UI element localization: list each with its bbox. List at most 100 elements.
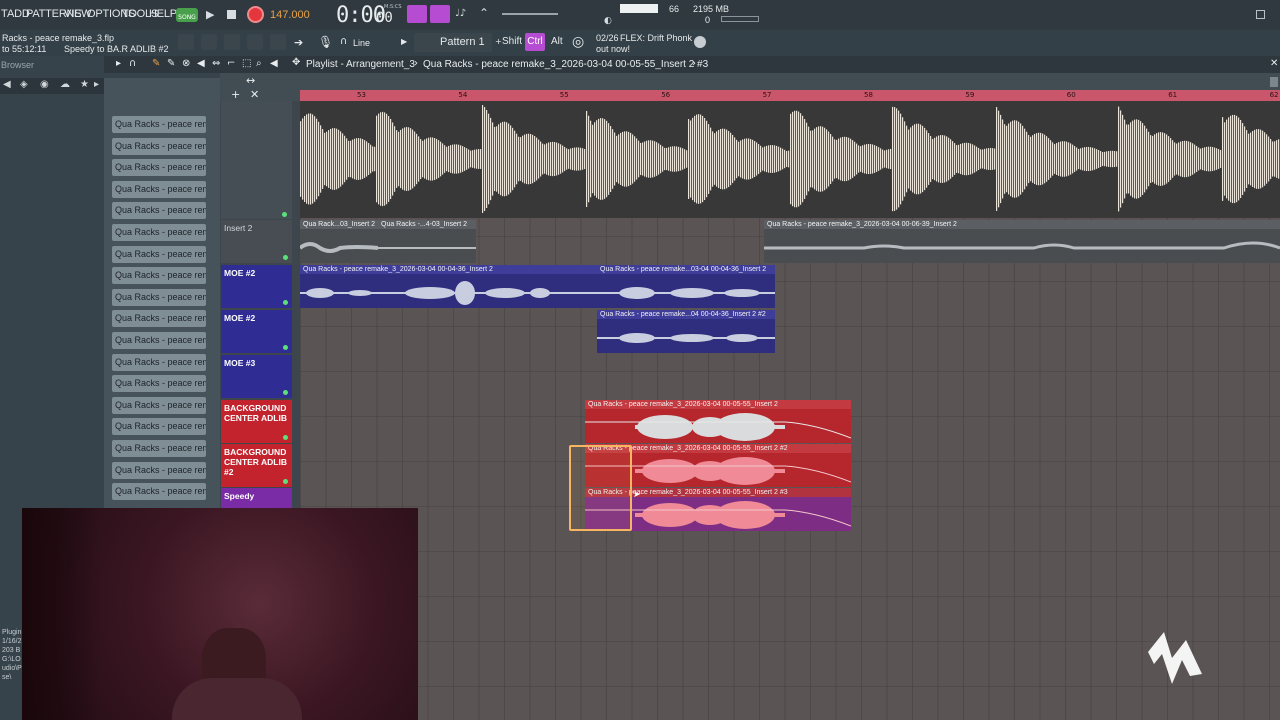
shift-key-indicator: Shift: [502, 36, 523, 47]
news-date: 02/26: [596, 33, 619, 43]
master-pitch-slider[interactable]: [502, 13, 558, 15]
close-icon[interactable]: ✕: [1270, 58, 1278, 69]
slip-tool-icon[interactable]: ⇔: [212, 58, 220, 69]
track-led[interactable]: [282, 212, 287, 217]
audio-clip-main[interactable]: [300, 101, 1280, 218]
channel-button[interactable]: Qua Racks - peace remak: [112, 137, 206, 155]
online-status-icon[interactable]: [694, 36, 706, 48]
playlist-icon[interactable]: [201, 34, 217, 50]
news-title[interactable]: FLEX: Drift Phonk: [620, 33, 692, 43]
cloud-icon[interactable]: ☁: [60, 79, 70, 90]
delete-tool-icon[interactable]: ⊗: [182, 58, 190, 69]
track-led[interactable]: [283, 435, 288, 440]
track-header[interactable]: MOE #2: [221, 310, 292, 353]
channel-button[interactable]: Qua Racks - peace remak: [112, 159, 206, 177]
channel-button[interactable]: Qua Racks - peace remak: [112, 224, 206, 241]
track-led[interactable]: [283, 255, 288, 260]
pattern-add-icon[interactable]: +: [495, 37, 502, 46]
horizontal-zoom-icon[interactable]: ↔: [246, 74, 255, 87]
channel-button[interactable]: Qua Racks - peace remak: [112, 288, 206, 306]
audio-clip[interactable]: Qua Racks - peace remake_3_2026-03-04 00…: [585, 400, 851, 443]
channel-button[interactable]: Qua Racks - peace remak: [112, 353, 206, 371]
track-header[interactable]: MOE #3: [221, 355, 292, 398]
track-header[interactable]: Insert 2: [221, 220, 292, 263]
stop-icon[interactable]: [227, 10, 236, 19]
track-header[interactable]: BACKGROUND CENTER ADLIB #2: [221, 444, 292, 487]
channel-button[interactable]: Qua Racks - peace remak: [112, 116, 206, 133]
news-icon[interactable]: ◎: [572, 34, 584, 50]
channel-button[interactable]: Qua Racks - peace remak: [112, 202, 206, 220]
clip-title: Qua Racks -...4-03_Insert 2: [378, 220, 476, 229]
channel-button[interactable]: Qua Racks - peace remak: [112, 310, 206, 328]
mixer-icon[interactable]: [270, 34, 286, 50]
remove-track-icon[interactable]: ✕: [250, 88, 259, 101]
track-header[interactable]: Speedy: [221, 488, 292, 508]
slice-tool-icon[interactable]: ⌐: [227, 58, 235, 69]
paint-tool-icon[interactable]: ✎: [167, 58, 175, 69]
arrow-right-icon[interactable]: ➔: [294, 36, 303, 49]
track-header[interactable]: MOE #2: [221, 265, 292, 308]
metronome-icon[interactable]: ♩♪: [455, 8, 466, 19]
pencil-tool-icon[interactable]: ✎: [152, 58, 160, 69]
channel-rack-icon[interactable]: [247, 34, 263, 50]
channel-button[interactable]: Qua Racks - peace remak: [112, 483, 206, 501]
channel-button[interactable]: Qua Racks - peace remak: [112, 418, 206, 436]
select-tool-icon[interactable]: ⬚: [242, 58, 251, 69]
options-icon[interactable]: ▸: [94, 79, 99, 90]
record-button[interactable]: [247, 6, 264, 23]
add-track-icon[interactable]: +: [231, 88, 240, 101]
mouse-cursor-icon: ➤: [633, 490, 641, 500]
play-icon[interactable]: ▶: [206, 8, 214, 21]
track-header-audio-preview[interactable]: [221, 101, 292, 219]
audio-clip[interactable]: Qua Racks - peace remake...04 00-04-36_I…: [597, 310, 775, 353]
breadcrumb-arrows-icon[interactable]: ✥: [292, 57, 300, 68]
magnet-snap-icon[interactable]: ∩: [129, 58, 136, 69]
pattern-prev-arrow-icon[interactable]: ▶: [401, 37, 407, 46]
track-led[interactable]: [283, 345, 288, 350]
channel-button[interactable]: Qua Racks - peace remak: [112, 440, 206, 457]
channel-button[interactable]: Qua Racks - peace remak: [112, 245, 206, 263]
playlist-menu-arrow-icon[interactable]: ▸: [116, 58, 121, 69]
playback-tool-icon[interactable]: ◀: [270, 58, 278, 69]
collapse-icon[interactable]: ◈: [20, 79, 28, 90]
microphone-icon[interactable]: 🎙: [318, 35, 333, 49]
tempo-display[interactable]: 147.000: [270, 9, 310, 21]
menu-help[interactable]: HELP: [149, 8, 177, 20]
mute-tool-icon[interactable]: ◀: [197, 58, 205, 69]
pattern-mode-button[interactable]: [407, 5, 427, 23]
clip-menu-arrow-icon[interactable]: ›: [692, 58, 696, 69]
track-led[interactable]: [283, 300, 288, 305]
audio-clip[interactable]: Qua Racks - peace remake...03-04 00-04-3…: [597, 265, 775, 308]
snap-mode-select[interactable]: Line: [353, 38, 395, 50]
star-icon[interactable]: ★: [80, 79, 89, 90]
magnet-icon[interactable]: ∩: [340, 36, 347, 47]
pattern-selector[interactable]: Pattern 1: [414, 33, 492, 52]
track-led[interactable]: [283, 390, 288, 395]
channel-button[interactable]: Qua Racks - peace remak: [112, 375, 206, 393]
timeline-ruler[interactable]: [300, 90, 1280, 101]
back-icon[interactable]: ◀: [3, 79, 11, 90]
piano-roll-icon[interactable]: [224, 34, 240, 50]
channel-button[interactable]: Qua Racks - peace remak: [112, 332, 206, 349]
step-edit-button[interactable]: [430, 5, 450, 23]
channel-button[interactable]: Qua Racks - peace remak: [112, 461, 206, 479]
maximize-icon[interactable]: [1256, 10, 1265, 19]
horizontal-scrollbar[interactable]: [1270, 77, 1278, 87]
song-mode-toggle[interactable]: SONG: [176, 8, 198, 22]
audio-clip[interactable]: Qua Rack...03_Insert 2: [300, 220, 378, 263]
track-led[interactable]: [283, 479, 288, 484]
channel-button[interactable]: Qua Racks - peace remak: [112, 180, 206, 198]
track-header[interactable]: BACKGROUND CENTER ADLIB: [221, 400, 292, 443]
wait-icon[interactable]: ⌃: [479, 6, 489, 20]
snap-icon[interactable]: [178, 34, 194, 50]
channel-button[interactable]: Qua Racks - peace remak: [112, 267, 206, 285]
track-name: Speedy: [224, 491, 255, 501]
audio-clip[interactable]: Qua Racks - peace remake_3_2026-03-04 00…: [764, 220, 1280, 263]
zoom-tool-icon[interactable]: ⌕: [256, 58, 262, 69]
ruler-bar-number: 54: [458, 91, 468, 99]
audio-clip[interactable]: Qua Racks -...4-03_Insert 2: [378, 220, 476, 263]
search-icon[interactable]: ◉: [40, 79, 49, 90]
master-volume-knob-icon[interactable]: ◐: [604, 16, 612, 26]
channel-button[interactable]: Qua Racks - peace remak: [112, 396, 206, 414]
audio-clip[interactable]: Qua Racks - peace remake_3_2026-03-04 00…: [300, 265, 597, 308]
